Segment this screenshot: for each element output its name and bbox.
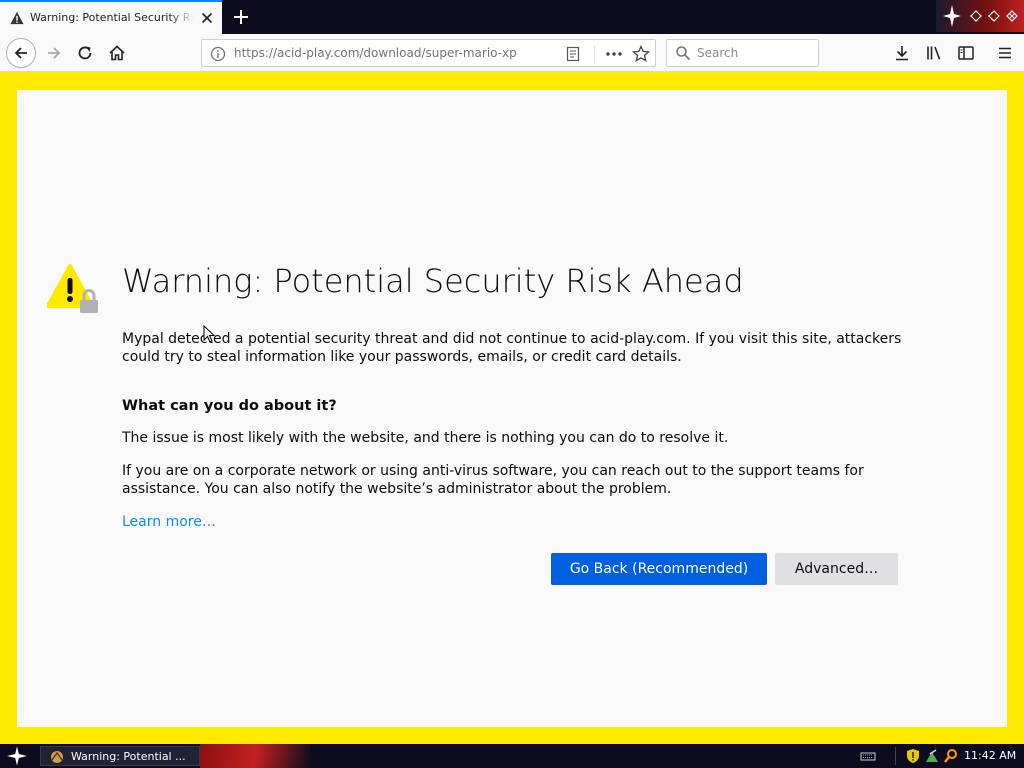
minimize-icon[interactable] xyxy=(970,10,982,22)
warning-lock-icon xyxy=(47,264,98,313)
taskbar: Warning: Potential ... 11:42 AM xyxy=(0,744,1024,768)
info-icon[interactable] xyxy=(210,46,226,62)
taskbar-decoration xyxy=(200,744,310,768)
sidebar-button[interactable] xyxy=(952,39,980,67)
go-back-button[interactable]: Go Back (Recommended) xyxy=(551,553,767,585)
threat-description: Mypal detected a potential security thre… xyxy=(122,331,902,365)
advanced-button[interactable]: Advanced… xyxy=(775,553,898,585)
home-icon xyxy=(109,45,125,61)
mouse-cursor-icon xyxy=(203,325,215,343)
page-actions-icon[interactable] xyxy=(604,46,624,62)
learn-more-link[interactable]: Learn more… xyxy=(122,514,216,530)
url-bar[interactable]: https://acid-play.com/download/super-mar… xyxy=(201,39,656,67)
issue-text: The issue is most likely with the websit… xyxy=(122,430,729,446)
warning-icon xyxy=(10,11,24,25)
shield-icon[interactable] xyxy=(905,748,921,764)
arrow-left-icon xyxy=(14,47,27,59)
hamburger-menu-icon xyxy=(999,47,1011,59)
reader-view-icon[interactable] xyxy=(565,46,581,62)
search-tray-icon[interactable] xyxy=(943,748,959,764)
error-page: Warning: Potential Security Risk Ahead M… xyxy=(17,90,1007,727)
forward-button[interactable] xyxy=(40,39,68,67)
tray-divider xyxy=(895,747,896,765)
clock: 11:42 AM xyxy=(964,749,1017,762)
what-can-you-do-heading: What can you do about it? xyxy=(122,398,337,414)
close-window-icon[interactable] xyxy=(1006,10,1018,22)
new-tab-button[interactable] xyxy=(229,5,253,29)
tab-warning[interactable]: Warning: Potential Security Risk Ahead xyxy=(0,0,222,34)
browser-app-icon xyxy=(51,751,63,763)
downloads-button[interactable] xyxy=(888,39,916,67)
tab-strip: Warning: Potential Security Risk Ahead xyxy=(0,0,1024,34)
home-button[interactable] xyxy=(103,39,131,67)
arrow-right-icon xyxy=(48,47,61,59)
back-button[interactable] xyxy=(6,38,36,68)
close-icon[interactable] xyxy=(199,10,215,26)
start-menu-icon[interactable] xyxy=(6,746,28,766)
star-logo-icon xyxy=(943,5,961,27)
reload-button[interactable] xyxy=(71,39,99,67)
url-text[interactable]: https://acid-play.com/download/super-mar… xyxy=(234,46,517,60)
download-icon xyxy=(896,46,908,61)
taskbar-window-item[interactable]: Warning: Potential ... xyxy=(40,746,200,766)
navigation-toolbar: https://acid-play.com/download/super-mar… xyxy=(0,34,1024,72)
page-title: Warning: Potential Security Risk Ahead xyxy=(122,262,744,300)
search-bar[interactable] xyxy=(666,39,819,67)
search-input[interactable] xyxy=(697,44,812,62)
library-button[interactable] xyxy=(920,39,948,67)
library-icon xyxy=(927,46,941,60)
corporate-network-text: If you are on a corporate network or usi… xyxy=(122,463,864,497)
search-icon xyxy=(676,46,691,61)
maximize-icon[interactable] xyxy=(988,10,1000,22)
reload-icon xyxy=(78,46,92,60)
network-icon[interactable] xyxy=(924,748,940,764)
bookmark-star-icon[interactable] xyxy=(632,45,650,63)
menu-button[interactable] xyxy=(991,39,1019,67)
sidebar-icon xyxy=(958,46,974,60)
warning-viewport: Warning: Potential Security Risk Ahead M… xyxy=(0,72,1024,744)
taskbar-window-label: Warning: Potential ... xyxy=(71,750,186,763)
keyboard-icon[interactable] xyxy=(860,748,876,764)
divider xyxy=(594,45,595,63)
tab-title: Warning: Potential Security Risk Ahead xyxy=(30,11,194,24)
